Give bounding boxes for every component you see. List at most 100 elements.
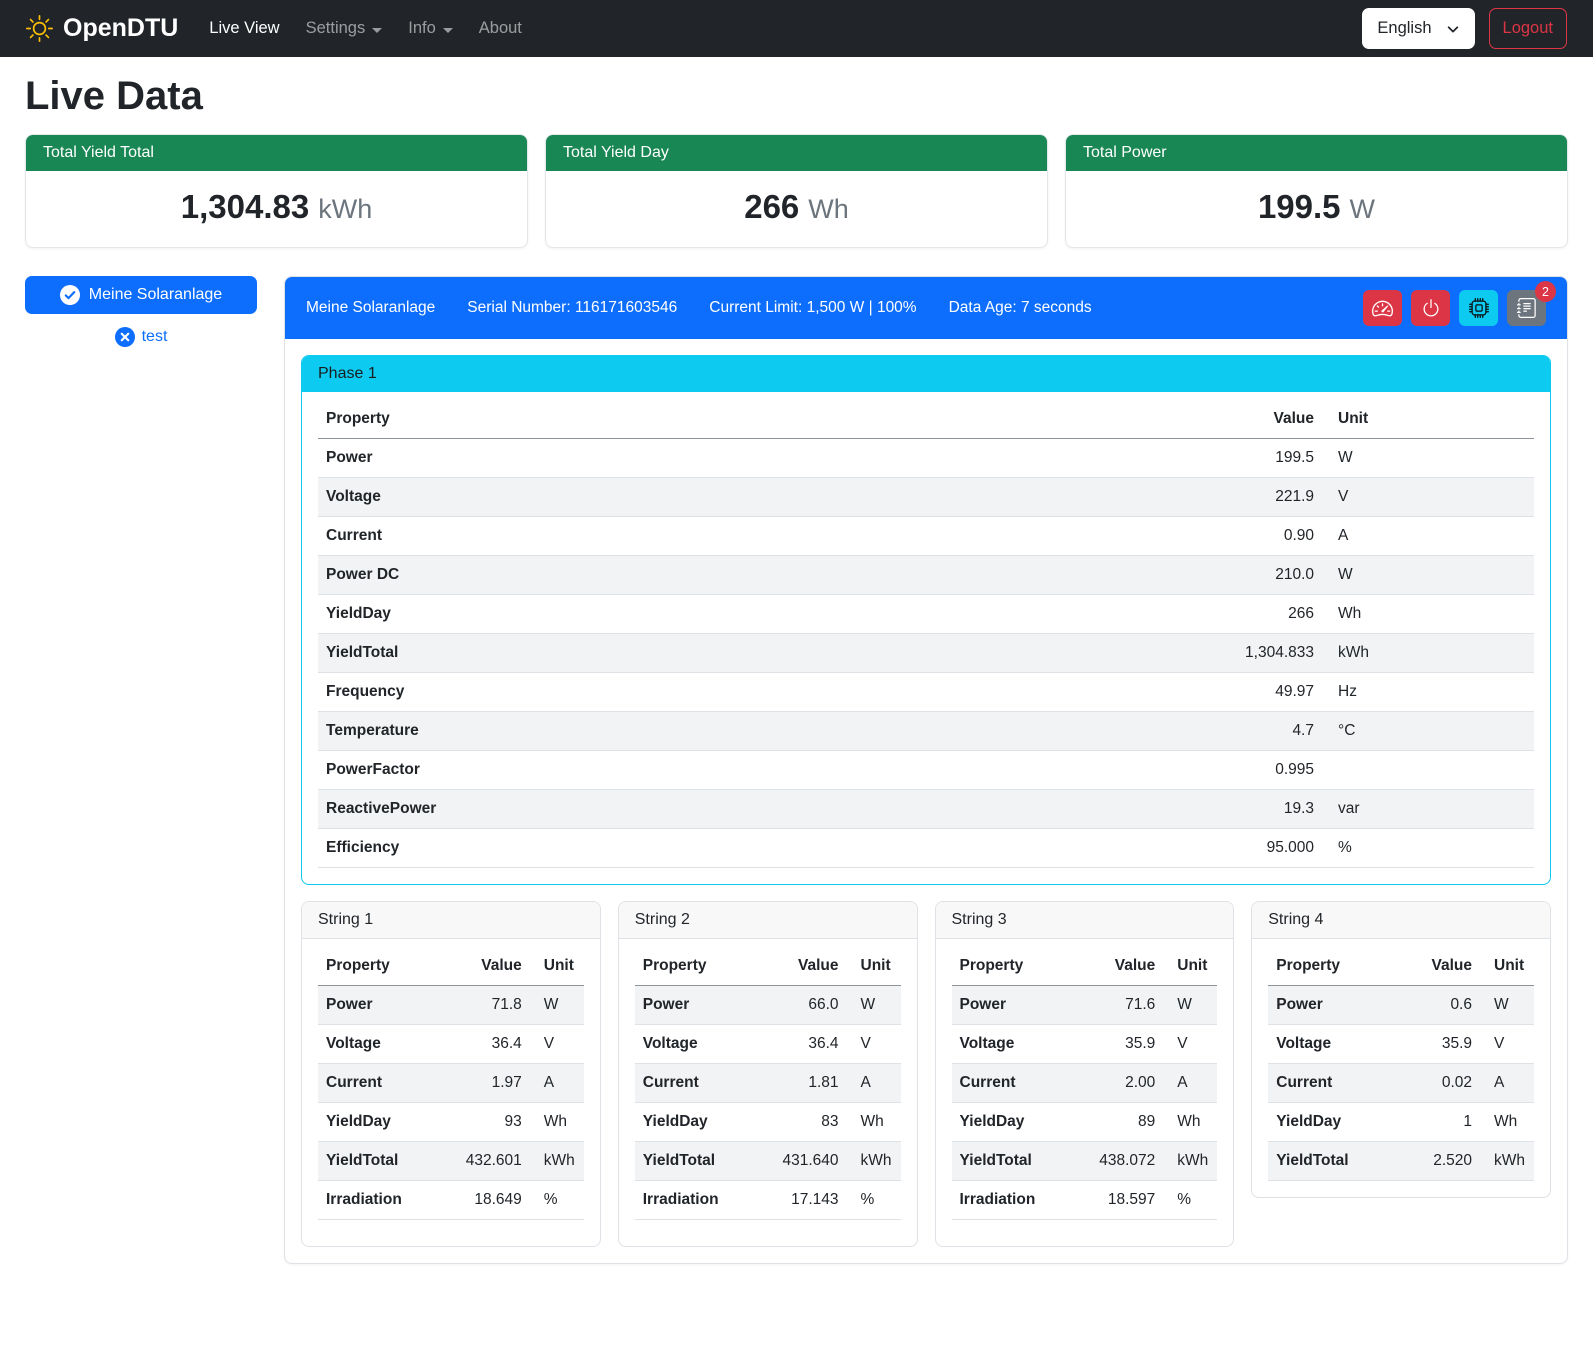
card-value: 266 bbox=[744, 188, 799, 226]
card-value: 199.5 bbox=[1258, 188, 1341, 226]
nav-item-settings[interactable]: Settings bbox=[293, 19, 396, 38]
table-row: YieldDay 266 Wh bbox=[318, 595, 1534, 634]
restart-button[interactable] bbox=[1459, 290, 1498, 326]
power-button[interactable] bbox=[1411, 290, 1450, 326]
table-row: Voltage 221.9 V bbox=[318, 478, 1534, 517]
string-2-table: Property Value Unit Power bbox=[635, 947, 901, 1220]
total-yield-total-card: Total Yield Total 1,304.83 kWh bbox=[25, 134, 528, 248]
card-unit: Wh bbox=[808, 194, 849, 225]
string-4-card: String 4 Property Value Unit bbox=[1251, 901, 1551, 1198]
table-row: YieldTotal 438.072 kWh bbox=[952, 1142, 1218, 1181]
event-log-button[interactable]: 2 bbox=[1507, 290, 1546, 326]
phase-title: Phase 1 bbox=[302, 356, 1550, 392]
table-row: Voltage 35.9 V bbox=[1268, 1025, 1534, 1064]
table-row: YieldDay 89 Wh bbox=[952, 1103, 1218, 1142]
phase-table: Property Value Unit Power bbox=[318, 400, 1534, 868]
string-title: String 4 bbox=[1252, 902, 1550, 939]
table-row: YieldDay 93 Wh bbox=[318, 1103, 584, 1142]
table-row: YieldTotal 432.601 kWh bbox=[318, 1142, 584, 1181]
top-navbar: OpenDTU Live View Settings Info About En… bbox=[0, 0, 1593, 57]
brand[interactable]: OpenDTU bbox=[26, 14, 178, 43]
string-4-table: Property Value Unit Power bbox=[1268, 947, 1534, 1181]
table-row: Voltage 36.4 V bbox=[635, 1025, 901, 1064]
cpu-icon bbox=[1469, 298, 1489, 318]
inverter-name: Meine Solaranlage bbox=[306, 299, 435, 317]
string-title: String 1 bbox=[302, 902, 600, 939]
speedometer-icon bbox=[1372, 298, 1393, 319]
table-row: ReactivePower 19.3 var bbox=[318, 790, 1534, 829]
table-row: Current 2.00 A bbox=[952, 1064, 1218, 1103]
card-unit: kWh bbox=[318, 194, 372, 225]
table-header-row: Property Value Unit bbox=[952, 947, 1218, 986]
table-row: Current 0.90 A bbox=[318, 517, 1534, 556]
chevron-down-icon bbox=[1446, 22, 1460, 36]
language-select[interactable]: English bbox=[1362, 8, 1474, 49]
table-row: Current 0.02 A bbox=[1268, 1064, 1534, 1103]
table-header-row: Property Value Unit bbox=[1268, 947, 1534, 986]
inverter-other-button[interactable]: test bbox=[25, 326, 257, 348]
logout-button[interactable]: Logout bbox=[1489, 8, 1567, 49]
table-row: Current 1.81 A bbox=[635, 1064, 901, 1103]
table-row: YieldTotal 431.640 kWh bbox=[635, 1142, 901, 1181]
string-3-table: Property Value Unit Power bbox=[952, 947, 1218, 1220]
table-row: YieldDay 1 Wh bbox=[1268, 1103, 1534, 1142]
card-value: 1,304.83 bbox=[181, 188, 309, 226]
nav-links: Live View Settings Info About bbox=[196, 19, 535, 38]
table-row: Irradiation 18.649 % bbox=[318, 1181, 584, 1220]
table-row: YieldTotal 2.520 kWh bbox=[1268, 1142, 1534, 1181]
card-title: Total Yield Day bbox=[546, 135, 1047, 171]
string-3-card: String 3 Property Value Unit bbox=[935, 901, 1235, 1247]
card-unit: W bbox=[1350, 194, 1375, 225]
table-row: YieldDay 83 Wh bbox=[635, 1103, 901, 1142]
table-row: Power 199.5 W bbox=[318, 439, 1534, 478]
inverter-selected-button[interactable]: Meine Solaranlage bbox=[25, 276, 257, 314]
table-row: Power 71.8 W bbox=[318, 986, 584, 1025]
inverter-serial: Serial Number: 116171603546 bbox=[467, 299, 677, 317]
total-power-card: Total Power 199.5 W bbox=[1065, 134, 1568, 248]
table-row: Irradiation 18.597 % bbox=[952, 1181, 1218, 1220]
table-row: Power 66.0 W bbox=[635, 986, 901, 1025]
column-value: Value bbox=[1142, 400, 1322, 439]
inverter-other-label: test bbox=[142, 328, 168, 346]
check-circle-icon bbox=[60, 285, 80, 305]
table-row: Irradiation 17.143 % bbox=[635, 1181, 901, 1220]
inverter-sidebar: Meine Solaranlage test bbox=[25, 276, 257, 348]
table-row: Current 1.97 A bbox=[318, 1064, 584, 1103]
table-row: Power 71.6 W bbox=[952, 986, 1218, 1025]
limit-settings-button[interactable] bbox=[1363, 290, 1402, 326]
table-row: Power 0.6 W bbox=[1268, 986, 1534, 1025]
table-row: Frequency 49.97 Hz bbox=[318, 673, 1534, 712]
x-circle-icon bbox=[115, 327, 135, 347]
page-title: Live Data bbox=[25, 74, 1568, 119]
nav-item-info[interactable]: Info bbox=[395, 19, 466, 38]
table-header-row: Property Value Unit bbox=[635, 947, 901, 986]
summary-cards: Total Yield Total 1,304.83 kWh Total Yie… bbox=[25, 134, 1568, 248]
table-row: PowerFactor 0.995 bbox=[318, 751, 1534, 790]
event-count-badge: 2 bbox=[1535, 281, 1556, 302]
table-row: Voltage 36.4 V bbox=[318, 1025, 584, 1064]
inverter-card: Meine Solaranlage Serial Number: 1161716… bbox=[284, 276, 1568, 1264]
string-title: String 3 bbox=[936, 902, 1234, 939]
chevron-down-icon bbox=[372, 28, 382, 33]
inverter-actions: 2 bbox=[1363, 290, 1546, 326]
nav-item-live-view[interactable]: Live View bbox=[196, 19, 292, 38]
string-1-table: Property Value Unit Power bbox=[318, 947, 584, 1220]
strings-row: String 1 Property Value Unit bbox=[301, 901, 1551, 1247]
table-header-row: Property Value Unit bbox=[318, 400, 1534, 439]
card-title: Total Power bbox=[1066, 135, 1567, 171]
inverter-header: Meine Solaranlage Serial Number: 1161716… bbox=[285, 277, 1567, 339]
inverter-data-age: Data Age: 7 seconds bbox=[949, 299, 1092, 317]
inverter-selected-label: Meine Solaranlage bbox=[89, 286, 222, 304]
table-row: Temperature 4.7 °C bbox=[318, 712, 1534, 751]
power-icon bbox=[1421, 298, 1441, 318]
table-header-row: Property Value Unit bbox=[318, 947, 584, 986]
table-row: Voltage 35.9 V bbox=[952, 1025, 1218, 1064]
string-title: String 2 bbox=[619, 902, 917, 939]
chevron-down-icon bbox=[443, 28, 453, 33]
nav-item-about[interactable]: About bbox=[466, 19, 535, 38]
table-row: Power DC 210.0 W bbox=[318, 556, 1534, 595]
nav-right: English Logout bbox=[1362, 8, 1567, 49]
table-row: YieldTotal 1,304.833 kWh bbox=[318, 634, 1534, 673]
journal-icon bbox=[1517, 298, 1537, 318]
brand-label: OpenDTU bbox=[63, 14, 178, 43]
